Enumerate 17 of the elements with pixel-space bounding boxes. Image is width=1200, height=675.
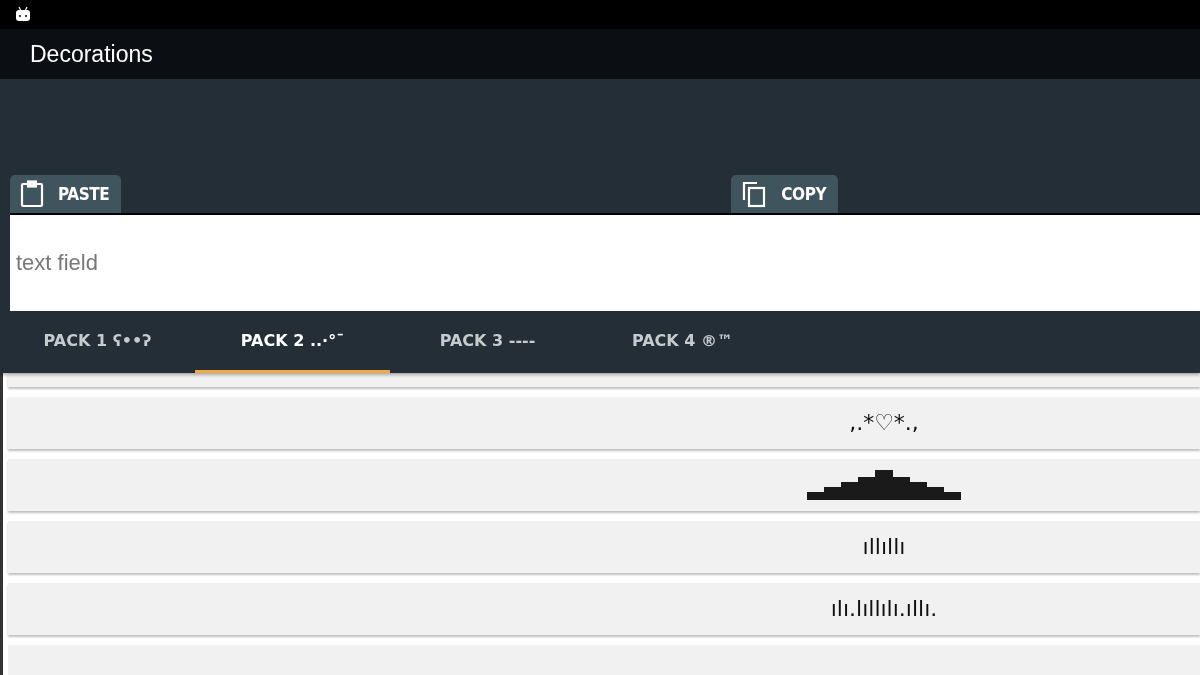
paste-button[interactable]: PASTE (10, 175, 122, 214)
decoration-text: ,.*♡*., (849, 409, 919, 438)
clipboard-icon (20, 180, 44, 209)
tab[interactable]: PACK 4 ®™ (585, 311, 780, 373)
list-row[interactable] (8, 459, 1200, 511)
tab[interactable]: PACK 1 ʕ••ʔ (0, 311, 195, 373)
list-row[interactable]: ıllıllı (8, 521, 1200, 573)
copy-icon (741, 180, 768, 209)
robot-icon (15, 6, 31, 23)
list-row[interactable]: ,.*♡*., (8, 397, 1200, 449)
tab[interactable]: PACK 3 ---- (390, 311, 585, 373)
list-row[interactable]: ılı.lıllılı.ıllı. (8, 583, 1200, 635)
copy-button[interactable]: COPY (731, 175, 839, 214)
decoration-text: ıllıllı (862, 533, 906, 562)
app-title: Decorations (30, 39, 153, 69)
text-field[interactable]: text field (10, 213, 1200, 312)
decoration-text: ılı.lıllılı.ıllı. (830, 595, 938, 624)
